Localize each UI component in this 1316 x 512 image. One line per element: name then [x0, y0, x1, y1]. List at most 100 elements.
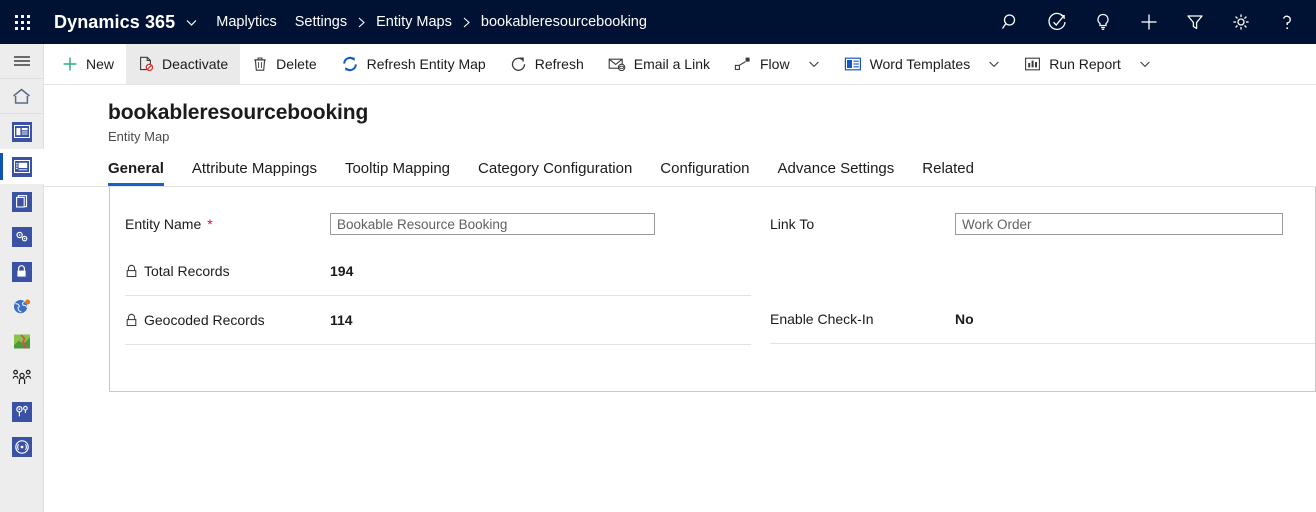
field-entity-name: Entity Name * Bookable Resource Booking [125, 201, 755, 247]
chevron-down-icon[interactable] [988, 58, 1000, 70]
hamburger-icon [12, 53, 32, 69]
breadcrumb-item-entity-maps[interactable]: Entity Maps [376, 14, 452, 30]
chevron-down-icon[interactable] [179, 16, 210, 29]
brand-title[interactable]: Dynamics 365 [44, 12, 179, 33]
new-button[interactable]: New [50, 44, 126, 84]
general-form-card: Entity Name * Bookable Resource Booking [109, 187, 1316, 392]
assistant-icon[interactable] [1034, 0, 1080, 44]
refresh-entity-map-button[interactable]: Refresh Entity Map [329, 44, 498, 84]
refresh-entity-map-label: Refresh Entity Map [366, 56, 486, 72]
tab-list: General Attribute Mappings Tooltip Mappi… [44, 144, 1316, 186]
sidebar-item-geocoding[interactable] [0, 289, 44, 324]
sidebar-item-templates[interactable] [0, 184, 44, 219]
gear-icon[interactable] [1218, 0, 1264, 44]
tab-related[interactable]: Related [908, 160, 988, 186]
sidebar-item-entity-maps[interactable] [0, 149, 44, 184]
lightbulb-icon[interactable] [1080, 0, 1126, 44]
breadcrumb: Settings Entity Maps bookableresourceboo… [295, 14, 647, 30]
search-icon[interactable] [988, 0, 1034, 44]
sidebar-item-security[interactable] [0, 254, 44, 289]
required-marker: * [207, 216, 213, 232]
deactivate-icon [138, 56, 154, 72]
total-records-label: Total Records [125, 263, 330, 279]
tab-category-configuration[interactable]: Category Configuration [464, 160, 646, 186]
refresh-button[interactable]: Refresh [498, 44, 596, 84]
flow-button[interactable]: Flow [722, 44, 832, 84]
lock-icon [125, 313, 138, 327]
geocoded-records-label-text: Geocoded Records [144, 312, 265, 328]
tab-attribute-mappings[interactable]: Attribute Mappings [178, 160, 331, 186]
sidebar-item-configuration[interactable] [0, 219, 44, 254]
deactivate-button-label: Deactivate [162, 56, 229, 72]
sidebar-item-site-map[interactable] [0, 44, 44, 79]
tab-configuration[interactable]: Configuration [646, 160, 763, 186]
chevron-right-icon [347, 16, 376, 29]
left-navigation-rail [0, 44, 44, 512]
link-to-input[interactable]: Work Order [955, 213, 1283, 235]
lock-icon [125, 264, 138, 278]
sync-icon [341, 55, 359, 73]
link-to-label: Link To [770, 216, 955, 232]
sidebar-item-locations[interactable] [0, 394, 44, 429]
help-icon[interactable] [1264, 0, 1310, 44]
app-launcher-icon[interactable] [0, 0, 44, 44]
delete-button-label: Delete [276, 56, 317, 72]
form-column-right: Link To Work Order Enable Check-In No [755, 201, 1315, 391]
lock-icon [11, 261, 32, 282]
workspace: New Deactivate Delete Refresh Entity Map… [0, 44, 1316, 512]
filter-icon[interactable] [1172, 0, 1218, 44]
chevron-down-icon[interactable] [1139, 58, 1151, 70]
home-icon [11, 87, 32, 106]
delete-button[interactable]: Delete [240, 44, 328, 84]
document-icon [11, 191, 32, 212]
geocoded-records-label: Geocoded Records [125, 312, 330, 328]
breadcrumb-item-current[interactable]: bookableresourcebooking [481, 14, 647, 30]
entity-name-label: Entity Name * [125, 216, 330, 232]
form-area: Entity Name * Bookable Resource Booking [44, 187, 1316, 392]
enable-checkin-label-text: Enable Check-In [770, 311, 874, 327]
sidebar-item-home[interactable] [0, 79, 44, 114]
new-button-label: New [86, 56, 115, 72]
sidebar-item-territories[interactable] [0, 324, 44, 359]
tab-configuration-label: Configuration [660, 160, 750, 177]
page-subtitle: Entity Map [108, 129, 170, 144]
run-report-button[interactable]: Run Report [1012, 44, 1163, 84]
radar-icon [11, 436, 32, 457]
refresh-button-label: Refresh [534, 56, 584, 72]
entity-maps-icon [11, 156, 32, 177]
tab-advance-settings-label: Advance Settings [777, 160, 895, 177]
topnav-icon-group [988, 0, 1310, 44]
form-divider-left-2 [125, 344, 751, 345]
tab-general[interactable]: General [108, 160, 178, 186]
tab-advance-settings[interactable]: Advance Settings [764, 160, 909, 186]
page-header: bookableresourcebooking Entity Map [44, 85, 1316, 144]
flow-button-label: Flow [760, 56, 790, 72]
command-bar: New Deactivate Delete Refresh Entity Map… [44, 44, 1316, 85]
chevron-down-icon[interactable] [808, 58, 820, 70]
breadcrumb-item-settings[interactable]: Settings [295, 14, 347, 30]
app-launcher-grid [14, 14, 30, 30]
link-to-label-text: Link To [770, 216, 815, 232]
location-pin-icon [11, 401, 32, 422]
chevron-right-icon [452, 16, 481, 29]
app-name-maplytics[interactable]: Maplytics [210, 14, 294, 30]
word-templates-button[interactable]: Word Templates [832, 44, 1013, 84]
tab-category-configuration-label: Category Configuration [478, 160, 633, 177]
email-a-link-button[interactable]: Email a Link [596, 44, 722, 84]
refresh-icon [510, 56, 527, 73]
sidebar-item-users[interactable] [0, 359, 44, 394]
deactivate-button[interactable]: Deactivate [126, 44, 241, 84]
word-templates-label: Word Templates [869, 56, 971, 72]
entity-name-label-text: Entity Name [125, 216, 202, 232]
total-records-label-text: Total Records [144, 263, 230, 279]
sidebar-item-dashboards[interactable] [0, 114, 44, 149]
report-icon [1024, 56, 1041, 72]
word-template-icon [844, 56, 862, 72]
tab-tooltip-mapping-label: Tooltip Mapping [344, 160, 451, 177]
tab-tooltip-mapping[interactable]: Tooltip Mapping [331, 160, 464, 186]
tab-general-label: General [108, 160, 164, 177]
sidebar-item-tracking[interactable] [0, 429, 44, 464]
plus-icon[interactable] [1126, 0, 1172, 44]
top-navigation-bar: Dynamics 365 Maplytics Settings Entity M… [0, 0, 1316, 44]
entity-name-input[interactable]: Bookable Resource Booking [330, 213, 655, 235]
